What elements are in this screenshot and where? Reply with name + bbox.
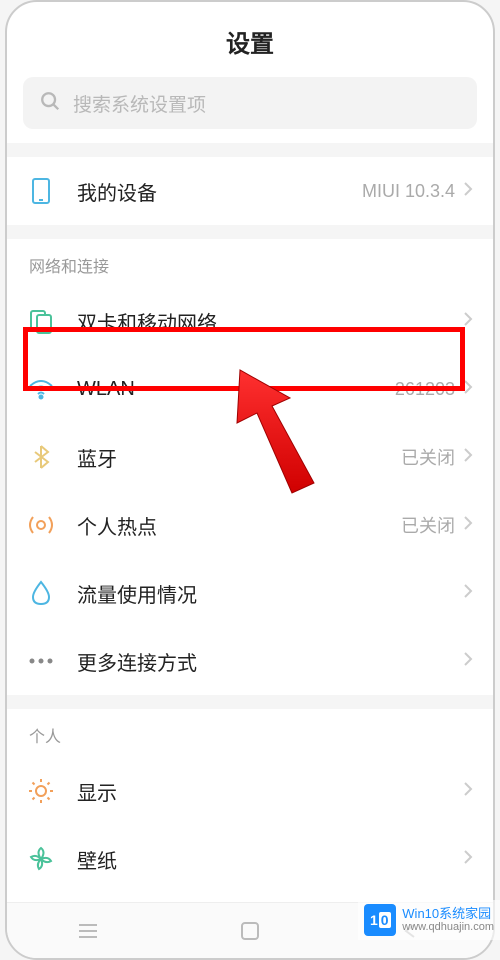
- item-wallpaper[interactable]: 壁纸: [7, 825, 493, 893]
- search-icon: [39, 90, 61, 117]
- divider: [7, 225, 493, 239]
- wifi-icon: [27, 375, 55, 403]
- nav-home-button[interactable]: [220, 915, 280, 947]
- item-label: WLAN: [77, 378, 395, 401]
- item-data-usage[interactable]: 流量使用情况: [7, 559, 493, 627]
- chevron-right-icon: [463, 651, 473, 672]
- phone-frame: 设置 搜索系统设置项 我的设备 MIUI 10.3.4 网络和连接: [5, 0, 495, 960]
- device-icon: [27, 177, 55, 205]
- chevron-right-icon: [463, 181, 473, 202]
- page-header: 设置: [7, 2, 493, 77]
- item-label: 显示: [77, 777, 463, 806]
- item-label: 更多连接方式: [77, 647, 463, 676]
- chevron-right-icon: [463, 849, 473, 870]
- item-value: 已关闭: [401, 512, 455, 538]
- flower-icon: [27, 845, 55, 873]
- section-header-personal: 个人: [7, 709, 493, 757]
- chevron-right-icon: [463, 583, 473, 604]
- item-label: 壁纸: [77, 845, 463, 874]
- item-value: 已关闭: [401, 444, 455, 470]
- watermark-logo-icon: 10: [364, 904, 396, 936]
- item-hotspot[interactable]: 个人热点 已关闭: [7, 491, 493, 559]
- search-placeholder: 搜索系统设置项: [73, 90, 206, 117]
- item-my-device[interactable]: 我的设备 MIUI 10.3.4: [7, 157, 493, 225]
- section-header-network: 网络和连接: [7, 239, 493, 287]
- item-display[interactable]: 显示: [7, 757, 493, 825]
- brightness-icon: [27, 777, 55, 805]
- item-label: 蓝牙: [77, 443, 401, 472]
- chevron-right-icon: [463, 379, 473, 400]
- sim-icon: [27, 307, 55, 335]
- item-label: 我的设备: [77, 177, 362, 206]
- chevron-right-icon: [463, 781, 473, 802]
- more-icon: [27, 647, 55, 675]
- item-value: MIUI 10.3.4: [362, 181, 455, 202]
- item-label: 个人热点: [77, 511, 401, 540]
- item-sim[interactable]: 双卡和移动网络: [7, 287, 493, 355]
- item-more-connections[interactable]: 更多连接方式: [7, 627, 493, 695]
- item-label: 流量使用情况: [77, 579, 463, 608]
- search-input[interactable]: 搜索系统设置项: [23, 77, 477, 129]
- settings-screen: 设置 搜索系统设置项 我的设备 MIUI 10.3.4 网络和连接: [7, 2, 493, 902]
- item-value: 261203: [395, 379, 455, 400]
- item-bluetooth[interactable]: 蓝牙 已关闭: [7, 423, 493, 491]
- divider: [7, 695, 493, 709]
- divider: [7, 143, 493, 157]
- item-wlan[interactable]: WLAN 261203: [7, 355, 493, 423]
- chevron-right-icon: [463, 311, 473, 332]
- search-row: 搜索系统设置项: [7, 77, 493, 143]
- chevron-right-icon: [463, 515, 473, 536]
- watermark-url: www.qdhuajin.com: [402, 921, 494, 933]
- chevron-right-icon: [463, 447, 473, 468]
- water-drop-icon: [27, 579, 55, 607]
- watermark-title: Win10系统家园: [402, 907, 494, 921]
- item-label: 双卡和移动网络: [77, 307, 463, 336]
- page-title: 设置: [7, 24, 493, 59]
- watermark: 10 Win10系统家园 www.qdhuajin.com: [358, 900, 500, 940]
- nav-menu-button[interactable]: [58, 915, 118, 947]
- bluetooth-icon: [27, 443, 55, 471]
- hotspot-icon: [27, 511, 55, 539]
